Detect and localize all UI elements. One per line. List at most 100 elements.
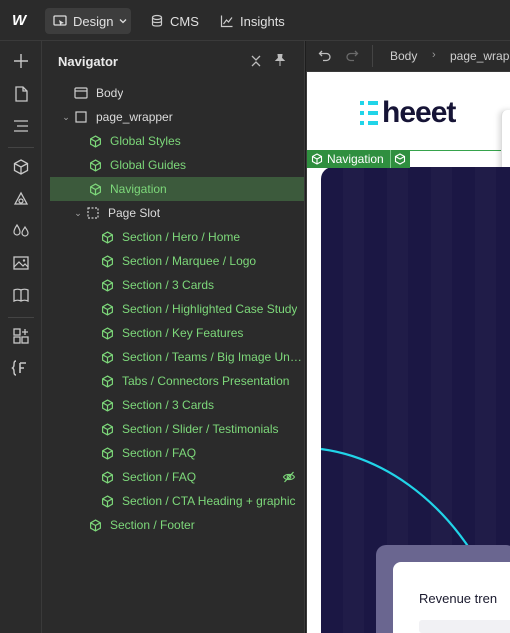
component-icon — [311, 153, 323, 165]
navigator-item[interactable]: Section / Slider / Testimonials — [50, 417, 304, 441]
pin-icon[interactable] — [273, 53, 287, 67]
library-icon[interactable] — [11, 285, 31, 305]
navigator-item[interactable]: Section / FAQ — [50, 441, 304, 465]
design-mode-button[interactable]: Design — [45, 8, 131, 34]
navigator-item-label: Section / Marquee / Logo — [122, 254, 257, 268]
pages-icon[interactable] — [11, 84, 31, 104]
revenue-widget-title: Revenue tren — [419, 591, 498, 606]
navigator-item-label: Section / FAQ — [122, 446, 197, 460]
redo-icon[interactable] — [345, 49, 359, 63]
body-icon — [72, 86, 90, 100]
webflow-logo[interactable]: W — [12, 12, 32, 30]
design-mode-icon — [53, 15, 67, 26]
navigator-item-label: Page Slot — [108, 206, 161, 220]
cms-mode-label: CMS — [170, 13, 199, 29]
assets-icon[interactable] — [11, 253, 31, 273]
navigator-item[interactable]: Section / 3 Cards — [50, 393, 304, 417]
add-icon[interactable] — [11, 51, 31, 71]
navigator-item-label: Section / Slider / Testimonials — [122, 422, 279, 436]
breadcrumb-page-wrapper[interactable]: page_wrap — [450, 49, 509, 63]
component-icon — [98, 278, 116, 292]
navigator-item[interactable]: Section / Key Features — [50, 321, 304, 345]
navigator-item-label: Section / Footer — [110, 518, 195, 532]
component-icon — [98, 326, 116, 340]
insights-mode-label: Insights — [240, 13, 285, 29]
navigator-item[interactable]: Section / Highlighted Case Study — [50, 297, 304, 321]
navigator-item[interactable]: ⌄ Page Slot — [50, 201, 304, 225]
component-icon — [98, 422, 116, 436]
navigator-item-label: Global Guides — [110, 158, 187, 172]
navigator-item[interactable]: Section / FAQ — [50, 465, 304, 489]
navigator-item-label: Section / Highlighted Case Study — [122, 302, 298, 316]
design-canvas[interactable]: heeet Revenue tren Navigation — [306, 72, 510, 633]
component-icon — [98, 398, 116, 412]
navigator-item-label: Section / Key Features — [122, 326, 244, 340]
navigator-item-label: Body — [96, 86, 124, 100]
navigator-item[interactable]: Section / 3 Cards — [50, 273, 304, 297]
div-block-icon — [72, 110, 90, 124]
chevron-down-icon[interactable]: ⌄ — [72, 208, 84, 219]
navigator-item[interactable]: ⌄ page_wrapper — [50, 105, 304, 129]
eye-off-icon[interactable] — [282, 470, 296, 484]
cms-mode-button[interactable]: CMS — [142, 8, 207, 34]
slot-icon — [84, 206, 102, 220]
database-icon — [151, 14, 163, 27]
design-mode-label: Design — [73, 13, 114, 29]
variables-icon[interactable] — [11, 189, 31, 209]
component-icon — [98, 470, 116, 484]
navigator-item-label: page_wrapper — [96, 110, 173, 124]
edit-component-button[interactable] — [389, 150, 410, 168]
navigator-item[interactable]: Navigation — [50, 177, 304, 201]
navigator-item[interactable]: Body — [50, 81, 304, 105]
navigator-item[interactable]: Section / Teams / Big Image Und... — [50, 345, 304, 369]
navigator-item[interactable]: Section / CTA Heading + graphic — [50, 489, 304, 513]
undo-icon[interactable] — [318, 49, 332, 63]
brand-logo[interactable]: heeet — [360, 96, 456, 129]
component-icon — [98, 494, 116, 508]
navigator-item[interactable]: Global Styles — [50, 129, 304, 153]
component-icon — [98, 350, 116, 364]
brand-name: heeet — [382, 96, 456, 129]
insights-mode-button[interactable]: Insights — [212, 8, 293, 34]
navigator-icon[interactable] — [11, 116, 31, 136]
navigator-item-label: Section / 3 Cards — [122, 398, 215, 412]
navigator-item-label: Global Styles — [110, 134, 181, 148]
component-icon — [86, 182, 104, 196]
navigator-item[interactable]: Section / Marquee / Logo — [50, 249, 304, 273]
navigator-item-label: Section / CTA Heading + graphic — [122, 494, 296, 508]
collapse-all-icon[interactable] — [249, 54, 263, 68]
selected-element-tag[interactable]: Navigation — [307, 150, 410, 168]
navigator-item-label: Tabs / Connectors Presentation — [122, 374, 290, 388]
styles-icon[interactable] — [11, 221, 31, 241]
brand-mark-icon — [360, 101, 378, 125]
navigator-item-label: Navigation — [110, 182, 167, 196]
component-icon — [86, 134, 104, 148]
component-settings-icon — [395, 153, 406, 165]
navigator-item[interactable]: Global Guides — [50, 153, 304, 177]
navigator-item[interactable]: Section / Footer — [50, 513, 304, 537]
component-icon — [86, 158, 104, 172]
navigator-item-label: Section / 3 Cards — [122, 278, 215, 292]
navigator-item[interactable]: Tabs / Connectors Presentation — [50, 369, 304, 393]
top-bar: W Design CMS Insights — [0, 0, 510, 41]
navigator-panel: Navigator Body ⌄ page_wrapper Global Styles… — [42, 41, 305, 633]
revenue-widget-bar — [419, 620, 510, 633]
chevron-down-icon[interactable]: ⌄ — [60, 112, 72, 123]
component-icon — [98, 302, 116, 316]
chart-icon — [220, 15, 233, 28]
site-navigation[interactable]: heeet — [307, 72, 510, 151]
left-toolbar — [0, 41, 42, 633]
breadcrumb-body[interactable]: Body — [390, 49, 417, 63]
component-icon — [98, 230, 116, 244]
navigator-item-label: Section / Teams / Big Image Und... — [122, 350, 304, 364]
component-icon — [98, 254, 116, 268]
navigator-title: Navigator — [58, 54, 118, 69]
code-icon[interactable] — [11, 358, 31, 378]
navigator-item[interactable]: Section / Hero / Home — [50, 225, 304, 249]
navigator-item-label: Section / FAQ — [122, 470, 197, 484]
components-icon[interactable] — [11, 157, 31, 177]
apps-icon[interactable] — [11, 326, 31, 346]
component-icon — [98, 374, 116, 388]
navigator-item-label: Section / Hero / Home — [122, 230, 241, 244]
selected-element-label[interactable]: Navigation — [307, 150, 390, 168]
